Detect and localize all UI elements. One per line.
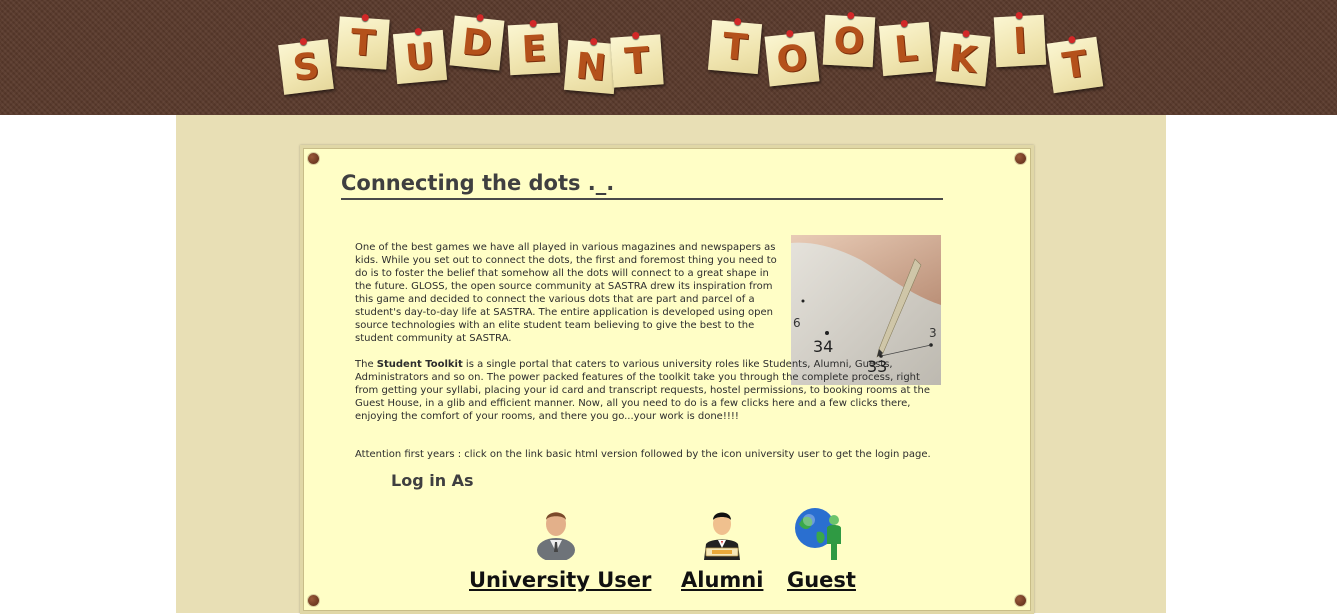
intro-paragraph-1: One of the best games we have all played… — [355, 242, 777, 344]
pin-icon — [299, 37, 308, 46]
guest-link[interactable]: Guest — [787, 568, 856, 592]
alumni-link[interactable]: Alumni — [681, 568, 763, 592]
title-tile-d: D — [449, 13, 505, 71]
title-letter: N — [574, 45, 608, 89]
intro-card: Connecting the dots ._. 34 33 6 3 One of… — [300, 145, 1034, 614]
intro-paragraph-2: The Student Toolkit is a single portal t… — [355, 358, 941, 423]
guest-globe-icon[interactable] — [793, 506, 847, 560]
title-tile-e: E — [507, 19, 561, 76]
title-tile-l: L — [878, 19, 934, 77]
pin-icon — [529, 19, 537, 28]
student-toolkit-bold: Student Toolkit — [376, 359, 463, 370]
title-letter: S — [290, 45, 322, 89]
title-letter: U — [403, 35, 437, 79]
title-letter: D — [459, 21, 494, 65]
university-user-link[interactable]: University User — [469, 568, 651, 592]
title-tile-o: O — [764, 29, 820, 87]
title-tile-i: I — [993, 11, 1047, 68]
title-tile-k: K — [935, 29, 991, 87]
title-tile-t4: T — [1046, 35, 1104, 94]
title-letter: K — [946, 37, 980, 81]
intro-paragraph-2-prefix: The — [355, 359, 377, 370]
alumni-option[interactable]: Alumni — [681, 506, 763, 592]
pin-icon — [1015, 11, 1023, 20]
rivet-icon — [1015, 153, 1026, 164]
title-letter: O — [774, 37, 810, 81]
rivet-icon — [308, 153, 319, 164]
title-letter: T — [623, 39, 651, 83]
rivet-icon — [1015, 595, 1026, 606]
title-letter: T — [349, 21, 377, 65]
pin-icon — [962, 29, 971, 38]
page-heading: Connecting the dots ._. — [341, 170, 943, 200]
title-letter: T — [1059, 42, 1091, 88]
pin-icon — [733, 17, 742, 26]
university-user-option[interactable]: University User — [469, 506, 651, 592]
title-tile-o2: O — [822, 11, 876, 68]
title-letter: T — [720, 25, 750, 69]
pin-icon — [476, 13, 485, 22]
pin-icon — [414, 27, 423, 36]
title-letter: L — [892, 27, 920, 71]
title-tile-s: S — [278, 37, 334, 95]
pin-icon — [900, 19, 909, 28]
login-as-title: Log in As — [391, 471, 474, 490]
title-letter: O — [832, 19, 866, 63]
pin-icon — [847, 11, 855, 20]
pin-icon — [1067, 35, 1076, 44]
title-tile-t3: T — [707, 17, 763, 75]
intro-text: One of the best games we have all played… — [355, 241, 941, 436]
alumni-icon[interactable] — [700, 506, 744, 560]
guest-option[interactable]: Guest — [787, 506, 856, 592]
pin-icon — [631, 31, 640, 40]
site-header-banner: S T U D E N T T O O L K I T — [0, 0, 1337, 115]
title-letter: E — [520, 27, 548, 71]
attention-notice: Attention first years : click on the lin… — [355, 449, 931, 460]
title-tile-u: U — [392, 27, 448, 85]
title-tile-n: N — [563, 37, 619, 95]
pin-icon — [785, 29, 794, 38]
title-letter: I — [1012, 20, 1028, 62]
rivet-icon — [308, 595, 319, 606]
title-tile-t2: T — [610, 31, 664, 88]
title-tile-t: T — [336, 13, 390, 70]
pin-icon — [361, 13, 370, 22]
university-user-icon[interactable] — [534, 506, 578, 562]
pin-icon — [589, 37, 598, 46]
